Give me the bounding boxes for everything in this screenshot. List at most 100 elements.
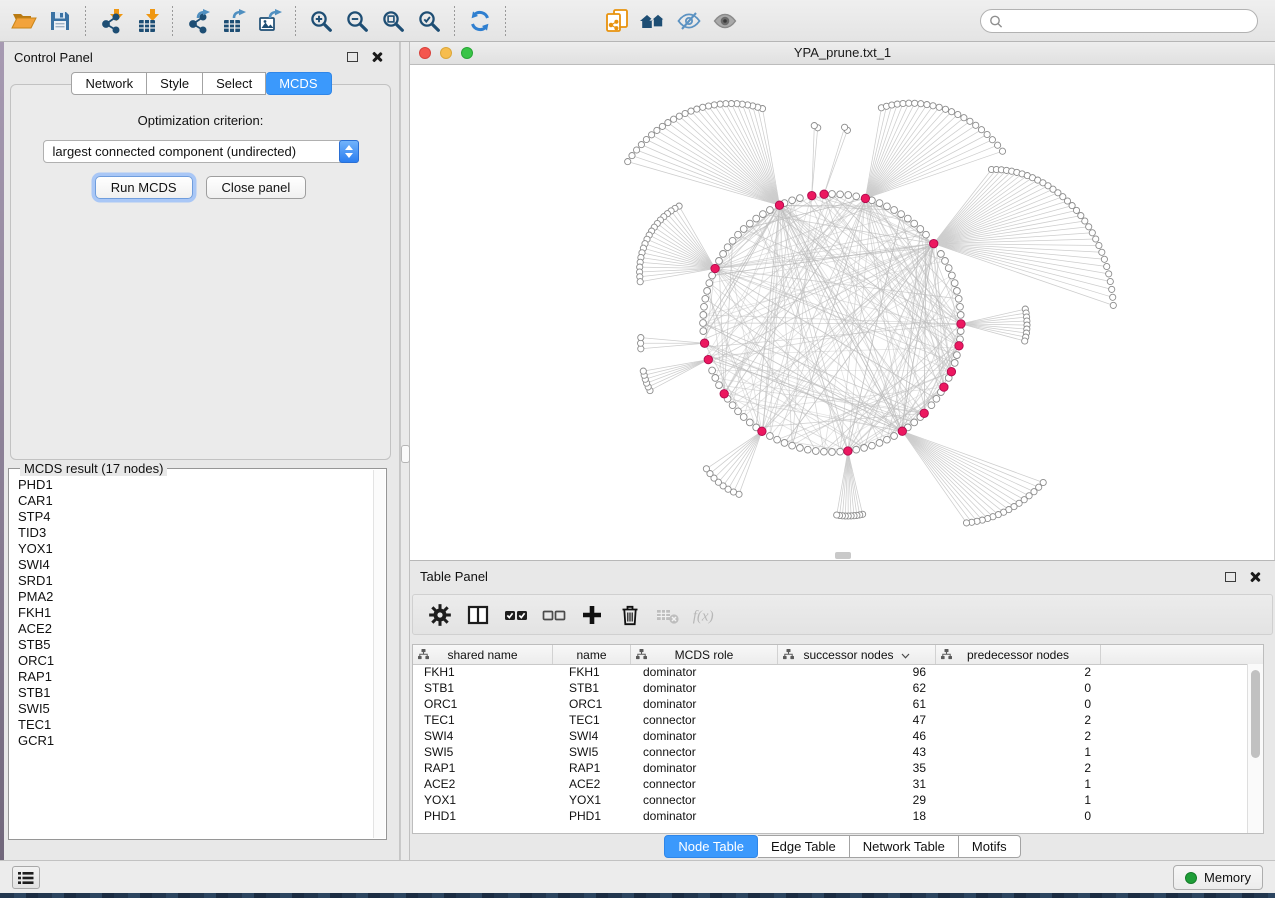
table-row[interactable]: RAP1RAP1dominator352 xyxy=(413,761,1263,777)
tab-edge-table[interactable]: Edge Table xyxy=(758,835,850,858)
table-settings-icon[interactable] xyxy=(425,600,455,630)
table-row[interactable]: TEC1TEC1connector472 xyxy=(413,713,1263,729)
optimization-value: largest connected component (undirected) xyxy=(53,144,297,159)
zoom-fit-icon[interactable] xyxy=(375,4,411,38)
mcds-result-item[interactable]: STP4 xyxy=(18,509,374,525)
export-table-icon[interactable] xyxy=(216,4,252,38)
mcds-result-item[interactable]: GCR1 xyxy=(18,733,374,749)
mcds-result-item[interactable]: YOX1 xyxy=(18,541,374,557)
function-builder-icon[interactable]: f(x) xyxy=(691,600,721,630)
zoom-out-icon[interactable] xyxy=(339,4,375,38)
column-header-shared-name[interactable]: shared name xyxy=(413,645,553,664)
table-row[interactable]: SWI4SWI4dominator462 xyxy=(413,729,1263,745)
zoom-in-icon[interactable] xyxy=(303,4,339,38)
column-header-successor-nodes[interactable]: successor nodes xyxy=(778,645,936,664)
float-table-panel-icon[interactable] xyxy=(1225,571,1238,583)
delete-row-icon[interactable] xyxy=(615,600,645,630)
mcds-result-item[interactable]: RAP1 xyxy=(18,669,374,685)
mcds-result-item[interactable]: PMA2 xyxy=(18,589,374,605)
select-stepper-icon xyxy=(339,140,359,163)
network-overview-icon[interactable] xyxy=(635,4,671,38)
deselect-all-icon[interactable] xyxy=(539,600,569,630)
import-table-icon[interactable] xyxy=(129,4,165,38)
export-image-icon[interactable] xyxy=(252,4,288,38)
open-session-icon[interactable] xyxy=(6,4,42,38)
refresh-icon[interactable] xyxy=(462,4,498,38)
network-canvas[interactable] xyxy=(410,65,1275,561)
add-row-icon[interactable] xyxy=(577,600,607,630)
splitter-handle[interactable] xyxy=(401,445,410,463)
column-header-predecessor-nodes[interactable]: predecessor nodes xyxy=(936,645,1101,664)
table-row[interactable]: YOX1YOX1connector291 xyxy=(413,793,1263,809)
duplicate-network-icon[interactable] xyxy=(599,4,635,38)
mcds-result-item[interactable]: STB5 xyxy=(18,637,374,653)
export-network-icon[interactable] xyxy=(180,4,216,38)
close-window-icon[interactable] xyxy=(419,47,431,59)
network-window: YPA_prune.txt_1 xyxy=(410,42,1275,560)
maximize-window-icon[interactable] xyxy=(461,47,473,59)
close-panel-button[interactable]: Close panel xyxy=(206,176,307,199)
optimization-select[interactable]: largest connected component (undirected) xyxy=(43,140,359,163)
run-mcds-button[interactable]: Run MCDS xyxy=(95,176,193,199)
column-header-name[interactable]: name xyxy=(553,645,631,664)
panel-splitter[interactable] xyxy=(400,42,410,860)
cell-successor-nodes: 47 xyxy=(778,713,936,729)
table-row[interactable]: ORC1ORC1dominator610 xyxy=(413,697,1263,713)
select-all-icon[interactable] xyxy=(501,600,531,630)
tab-node-table[interactable]: Node Table xyxy=(664,835,758,858)
mcds-result-item[interactable]: STB1 xyxy=(18,685,374,701)
column-header-MCDS-role[interactable]: MCDS role xyxy=(631,645,778,664)
zoom-selected-icon[interactable] xyxy=(411,4,447,38)
table-row[interactable]: FKH1FKH1dominator962 xyxy=(413,665,1263,681)
canvas-scroll-nub[interactable] xyxy=(835,552,851,559)
column-selector-icon[interactable] xyxy=(463,600,493,630)
mcds-result-item[interactable]: TEC1 xyxy=(18,717,374,733)
control-panel-title: Control Panel xyxy=(14,50,93,65)
table-row[interactable]: SWI5SWI5connector431 xyxy=(413,745,1263,761)
import-network-icon[interactable] xyxy=(93,4,129,38)
close-table-panel-icon[interactable] xyxy=(1249,571,1262,583)
mcds-panel: Optimization criterion: largest connecte… xyxy=(10,84,391,460)
task-history-button[interactable] xyxy=(12,866,40,889)
search-box[interactable] xyxy=(980,9,1258,33)
network-graph[interactable] xyxy=(410,65,1275,561)
float-panel-icon[interactable] xyxy=(347,51,360,63)
mcds-result-item[interactable]: PHD1 xyxy=(18,477,374,493)
delete-table-icon[interactable] xyxy=(653,600,683,630)
minimize-window-icon[interactable] xyxy=(440,47,452,59)
mcds-result-item[interactable]: CAR1 xyxy=(18,493,374,509)
mcds-result-item[interactable]: SWI5 xyxy=(18,701,374,717)
search-icon xyxy=(989,14,1003,28)
save-session-icon[interactable] xyxy=(42,4,78,38)
tab-network[interactable]: Network xyxy=(71,72,147,95)
hide-panels-icon[interactable] xyxy=(671,4,707,38)
tab-mcds[interactable]: MCDS xyxy=(266,72,331,95)
close-panel-icon[interactable] xyxy=(371,51,384,63)
mcds-result-item[interactable]: FKH1 xyxy=(18,605,374,621)
table-scrollbar-thumb[interactable] xyxy=(1251,670,1260,758)
result-scrollbar[interactable] xyxy=(373,470,385,838)
column-header-filler xyxy=(1101,645,1263,664)
mcds-result-list[interactable]: PHD1CAR1STP4TID3YOX1SWI4SRD1PMA2FKH1ACE2… xyxy=(9,477,374,839)
search-input[interactable] xyxy=(1008,13,1249,29)
show-eye-icon[interactable] xyxy=(707,4,743,38)
table-row[interactable]: STB1STB1dominator620 xyxy=(413,681,1263,697)
table-row[interactable]: PHD1PHD1dominator180 xyxy=(413,809,1263,825)
table-row[interactable]: ACE2ACE2connector311 xyxy=(413,777,1263,793)
tab-style[interactable]: Style xyxy=(147,72,203,95)
table-scrollbar[interactable] xyxy=(1247,664,1263,833)
network-title: YPA_prune.txt_1 xyxy=(410,42,1275,63)
tab-select[interactable]: Select xyxy=(203,72,266,95)
svg-text:f(x): f(x) xyxy=(693,608,714,624)
mcds-result-item[interactable]: SWI4 xyxy=(18,557,374,573)
tab-motifs[interactable]: Motifs xyxy=(959,835,1021,858)
table-header-row: shared namenameMCDS rolesuccessor nodesp… xyxy=(413,645,1263,665)
mcds-result-item[interactable]: ACE2 xyxy=(18,621,374,637)
mcds-result-item[interactable]: SRD1 xyxy=(18,573,374,589)
tab-network-table[interactable]: Network Table xyxy=(850,835,959,858)
mcds-result-item[interactable]: TID3 xyxy=(18,525,374,541)
network-column-icon xyxy=(636,649,647,660)
mcds-result-item[interactable]: ORC1 xyxy=(18,653,374,669)
sort-desc-icon xyxy=(901,653,910,659)
memory-button[interactable]: Memory xyxy=(1173,865,1263,890)
